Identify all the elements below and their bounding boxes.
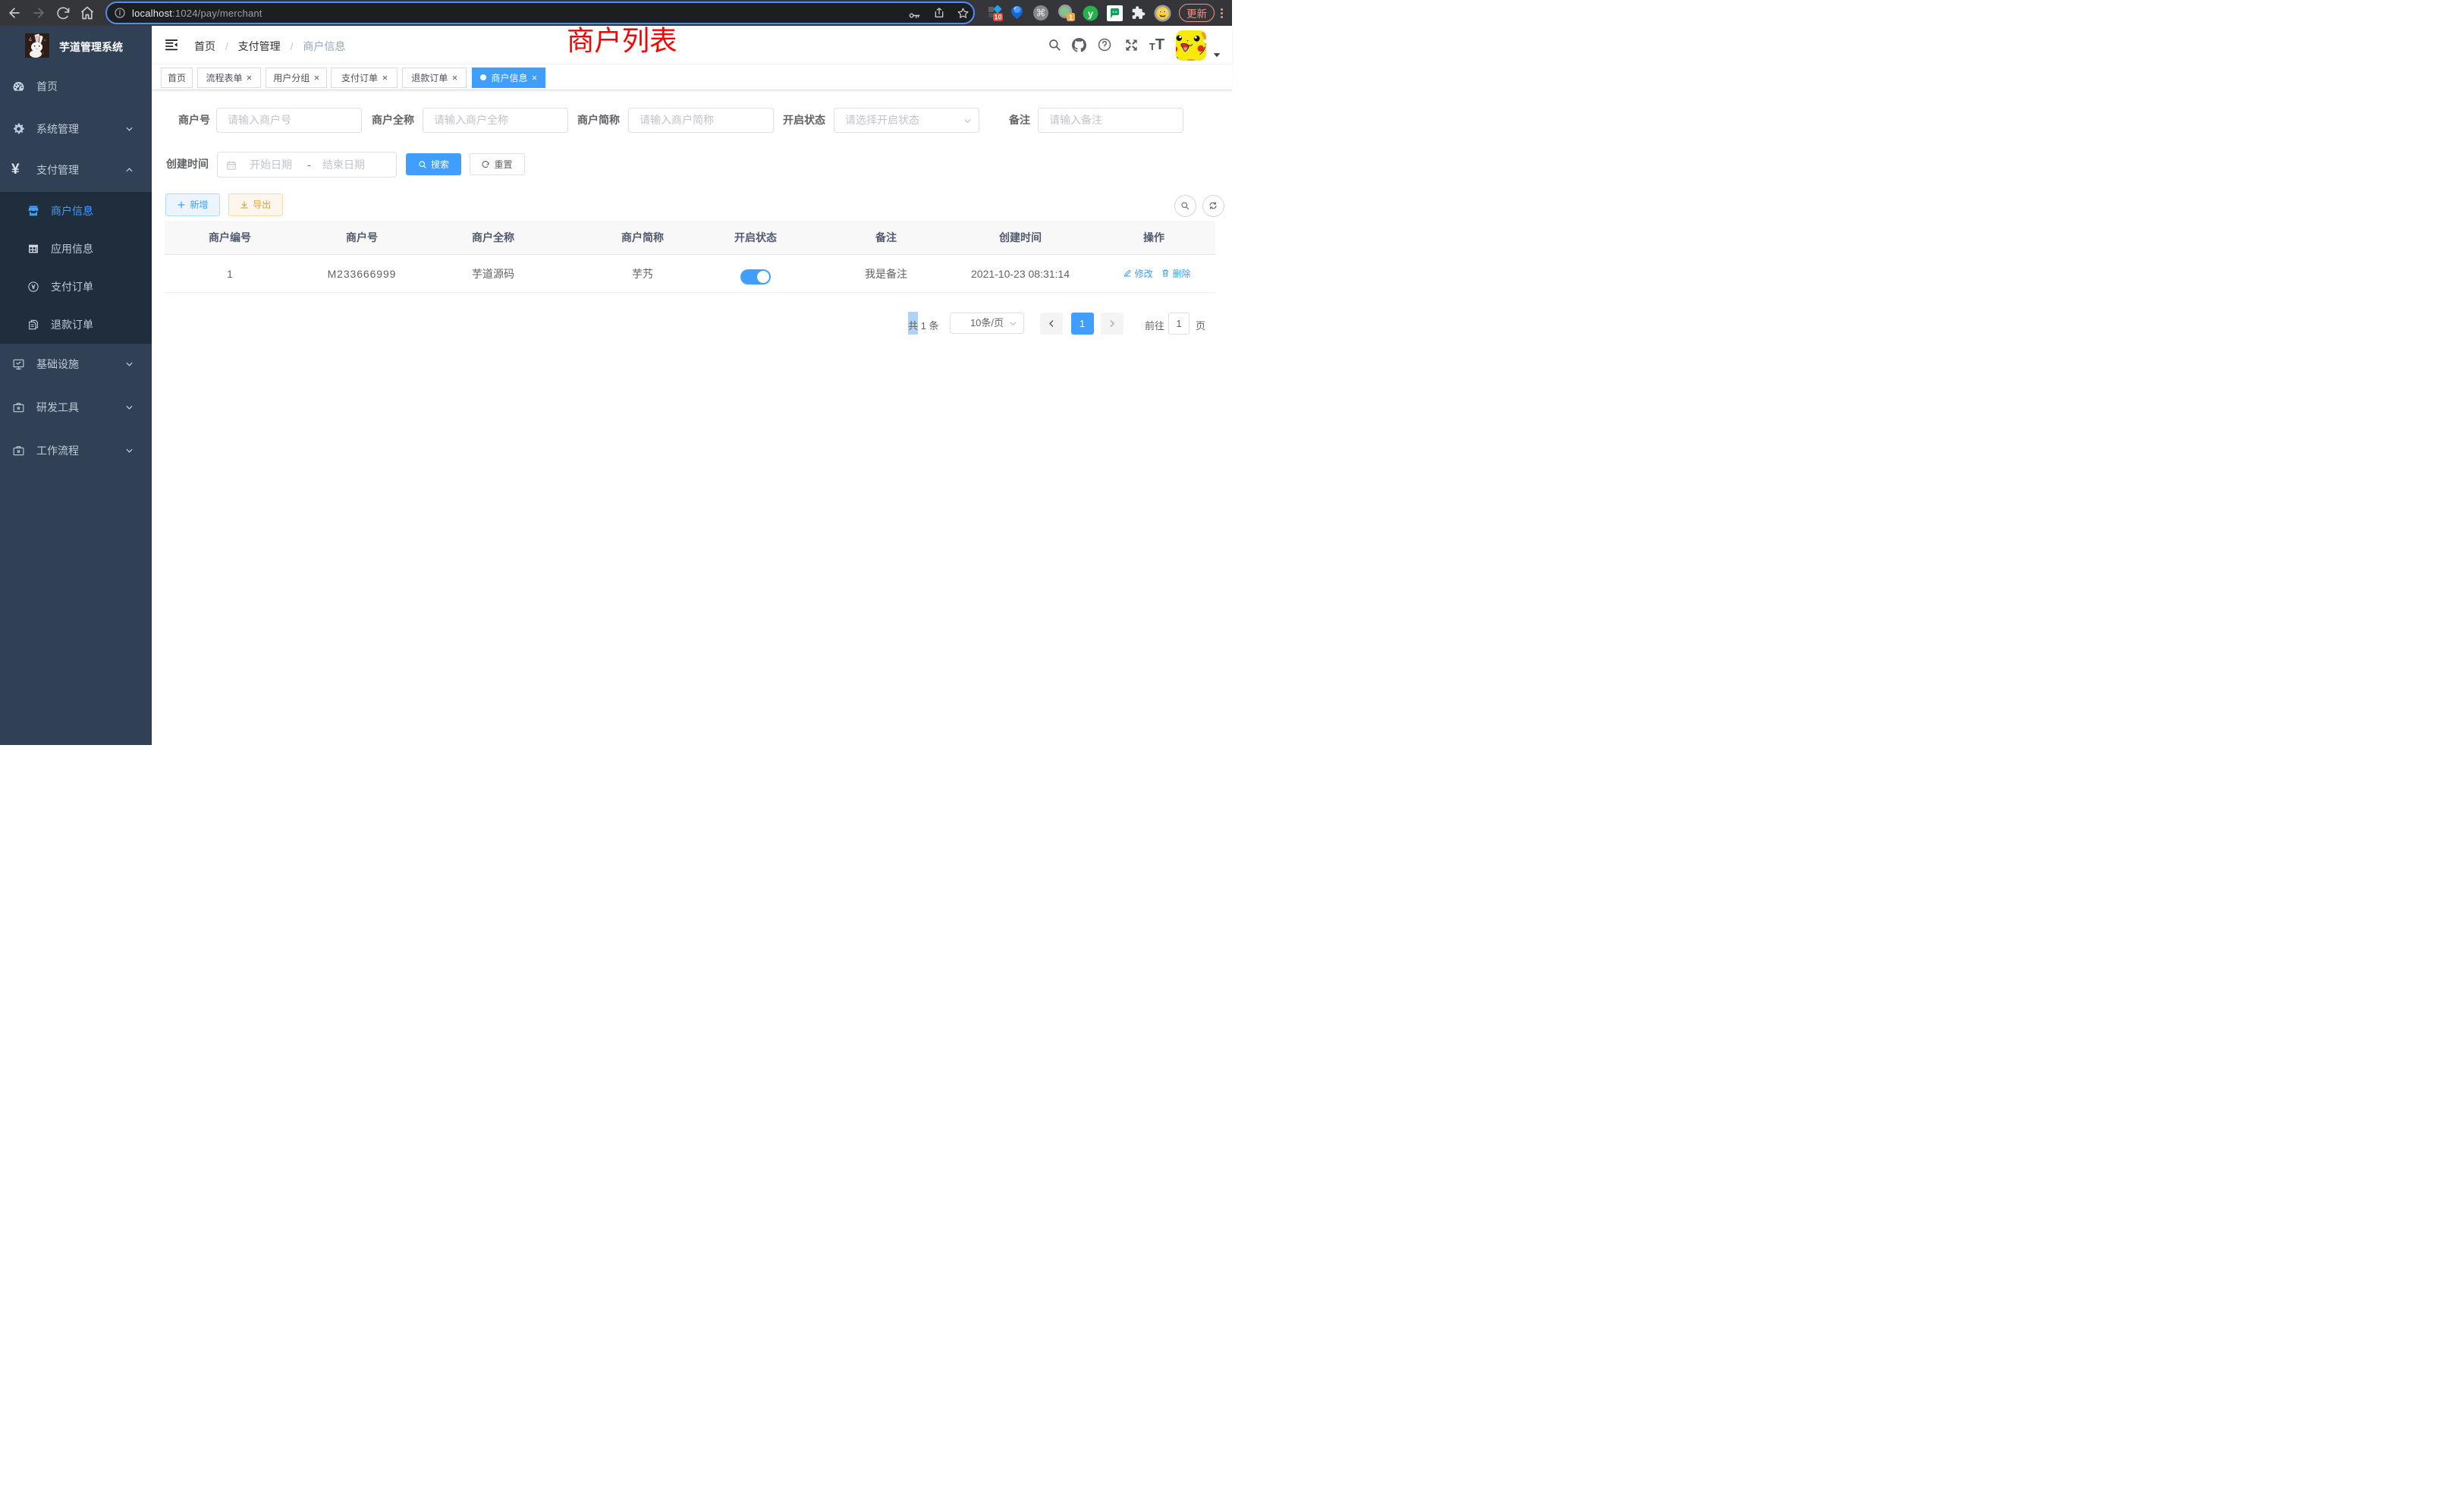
svg-text:10: 10 [994,14,1001,21]
svg-text:1: 1 [1069,14,1073,21]
svg-text:y: y [1087,8,1093,19]
svg-text:⌘: ⌘ [1036,8,1046,19]
